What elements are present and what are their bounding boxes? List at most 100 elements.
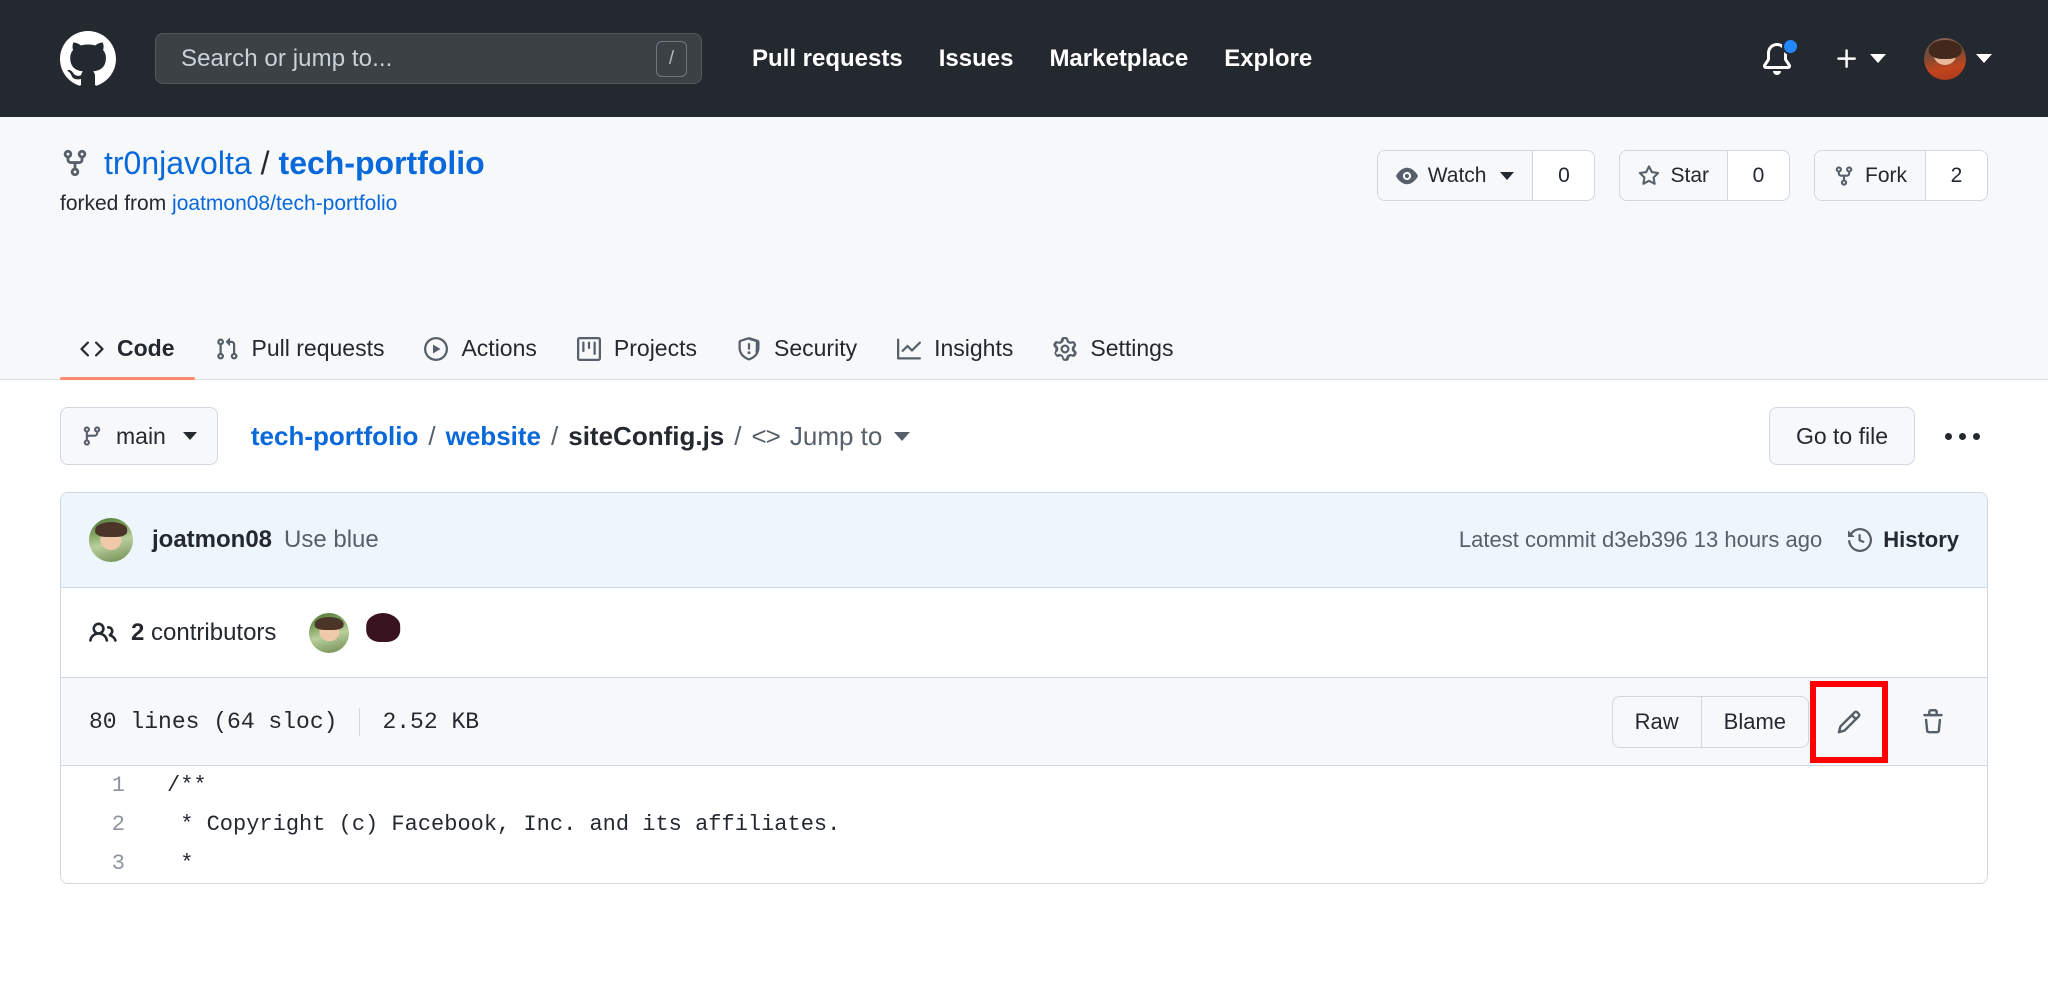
commit-time: 13 hours ago xyxy=(1693,527,1823,552)
plus-icon xyxy=(1837,48,1856,68)
history-label: History xyxy=(1883,527,1959,552)
fork-button[interactable]: Fork xyxy=(1815,151,1925,200)
header-actions xyxy=(1754,36,2012,82)
delete-file-button[interactable] xyxy=(1907,696,1959,748)
jump-to-button[interactable]: <> Jump to xyxy=(751,420,911,452)
global-header: Search or jump to... / Pull requests Iss… xyxy=(0,0,2048,117)
avatar[interactable] xyxy=(309,612,350,653)
tab-actions[interactable]: Actions xyxy=(404,335,556,379)
repo-separator: / xyxy=(260,145,270,181)
latest-commit-info: Latest commit d3eb396 13 hours ago xyxy=(1459,527,1822,553)
tab-code-label: Code xyxy=(117,335,175,361)
commit-author-link[interactable]: joatmon08 xyxy=(152,526,272,554)
edit-file-button-highlight xyxy=(1810,680,1888,763)
repo-owner-link[interactable]: tr0njavolta xyxy=(104,144,252,182)
tab-pull-requests[interactable]: Pull requests xyxy=(195,335,405,379)
git-branch-icon xyxy=(83,426,101,446)
go-to-file-button[interactable]: Go to file xyxy=(1768,407,1915,465)
fork-count[interactable]: 2 xyxy=(1925,151,1987,200)
breadcrumb-folder[interactable]: website xyxy=(446,421,541,452)
code-content[interactable]: 1 /** 2 * Copyright (c) Facebook, Inc. a… xyxy=(61,766,1987,883)
tab-security-label: Security xyxy=(774,335,858,361)
global-nav: Pull requests Issues Marketplace Explore xyxy=(734,45,1330,73)
line-number[interactable]: 2 xyxy=(61,812,149,837)
avatar xyxy=(1924,37,1966,80)
github-mark-icon[interactable] xyxy=(60,30,116,87)
repo-forked-icon xyxy=(63,150,87,177)
forked-from: forked from joatmon08/tech-portfolio xyxy=(60,192,485,216)
raw-blame-group: Raw Blame xyxy=(1611,695,1809,748)
file-lines: 80 lines (64 sloc) xyxy=(89,708,338,735)
commit-message-link[interactable]: Use blue xyxy=(284,526,379,554)
breadcrumb-separator: / xyxy=(734,420,742,451)
kebab-horizontal-icon[interactable] xyxy=(1937,432,1988,440)
avatar[interactable] xyxy=(363,612,404,653)
breadcrumb-repo[interactable]: tech-portfolio xyxy=(251,421,419,452)
notification-unread-dot xyxy=(1782,37,1799,55)
code-line: 2 * Copyright (c) Facebook, Inc. and its… xyxy=(61,805,1987,844)
tab-security[interactable]: Security xyxy=(717,335,877,379)
contributors-number: 2 xyxy=(131,618,145,646)
line-number[interactable]: 3 xyxy=(61,851,149,876)
shield-icon xyxy=(738,336,760,361)
commit-meta-group: Latest commit d3eb396 13 hours ago Histo… xyxy=(1459,527,1959,553)
star-icon xyxy=(1639,164,1660,185)
star-label: Star xyxy=(1670,163,1709,187)
page-title: tr0njavolta / tech-portfolio xyxy=(60,144,485,182)
star-button-group[interactable]: Star 0 xyxy=(1619,150,1790,201)
star-button[interactable]: Star xyxy=(1620,151,1727,200)
edit-file-button[interactable] xyxy=(1823,696,1875,748)
tab-insights-label: Insights xyxy=(934,335,1014,361)
git-pull-request-icon xyxy=(216,337,238,360)
chevron-down-icon xyxy=(1500,171,1515,180)
nav-issues[interactable]: Issues xyxy=(921,45,1032,73)
file-meta-bar: 80 lines (64 sloc) 2.52 KB Raw Blame xyxy=(61,678,1987,766)
contributors-label: contributors xyxy=(151,618,277,646)
nav-explore[interactable]: Explore xyxy=(1206,45,1330,73)
nav-marketplace[interactable]: Marketplace xyxy=(1031,45,1206,73)
pencil-icon xyxy=(1837,709,1861,733)
search-shortcut-key: / xyxy=(656,40,687,77)
tab-settings-label: Settings xyxy=(1090,335,1174,361)
raw-button[interactable]: Raw xyxy=(1613,697,1701,747)
repository-tabs: Code Pull requests Actions Projects Secu… xyxy=(60,335,1193,380)
contributor-avatars xyxy=(309,612,404,653)
repo-name-link[interactable]: tech-portfolio xyxy=(279,144,485,182)
watch-button-group[interactable]: Watch 0 xyxy=(1376,150,1596,201)
line-number[interactable]: 1 xyxy=(61,773,149,798)
latest-commit-label: Latest commit xyxy=(1458,527,1596,552)
line-content: * Copyright (c) Facebook, Inc. and its a… xyxy=(167,812,841,837)
people-icon xyxy=(89,621,117,642)
nav-pull-requests[interactable]: Pull requests xyxy=(734,45,921,73)
tab-projects-label: Projects xyxy=(613,335,697,361)
code-line: 1 /** xyxy=(61,766,1987,805)
tab-code[interactable]: Code xyxy=(60,335,195,380)
github-file-view-page: Search or jump to... / Pull requests Iss… xyxy=(0,0,2048,984)
watch-count[interactable]: 0 xyxy=(1532,151,1595,200)
main-content: main tech-portfolio / website / siteConf… xyxy=(0,380,2048,884)
commit-author-avatar[interactable] xyxy=(89,518,133,562)
contributors-count[interactable]: 2 contributors xyxy=(131,619,276,647)
notifications-button[interactable] xyxy=(1754,36,1800,82)
search-input[interactable]: Search or jump to... / xyxy=(155,33,702,84)
jump-to-label: Jump to xyxy=(789,420,883,451)
line-content: * xyxy=(167,851,194,876)
star-count[interactable]: 0 xyxy=(1727,151,1789,200)
file-actions: Raw Blame xyxy=(1611,680,1959,763)
account-menu-button[interactable] xyxy=(1924,37,1992,80)
tab-insights[interactable]: Insights xyxy=(877,335,1033,379)
watch-button[interactable]: Watch xyxy=(1377,151,1533,200)
divider xyxy=(359,707,361,736)
create-new-button[interactable] xyxy=(1834,46,1886,72)
project-icon xyxy=(576,336,601,361)
forked-from-link[interactable]: joatmon08/tech-portfolio xyxy=(172,192,397,215)
history-link[interactable]: History xyxy=(1848,527,1959,553)
blame-button[interactable]: Blame xyxy=(1700,696,1808,747)
chevron-down-icon xyxy=(894,431,911,441)
forked-from-label: forked from xyxy=(60,192,167,216)
tab-projects[interactable]: Projects xyxy=(557,335,717,379)
commit-sha[interactable]: d3eb396 xyxy=(1602,527,1688,552)
branch-selector-button[interactable]: main xyxy=(60,407,218,465)
fork-button-group[interactable]: Fork 2 xyxy=(1814,150,1988,201)
tab-settings[interactable]: Settings xyxy=(1033,335,1193,379)
